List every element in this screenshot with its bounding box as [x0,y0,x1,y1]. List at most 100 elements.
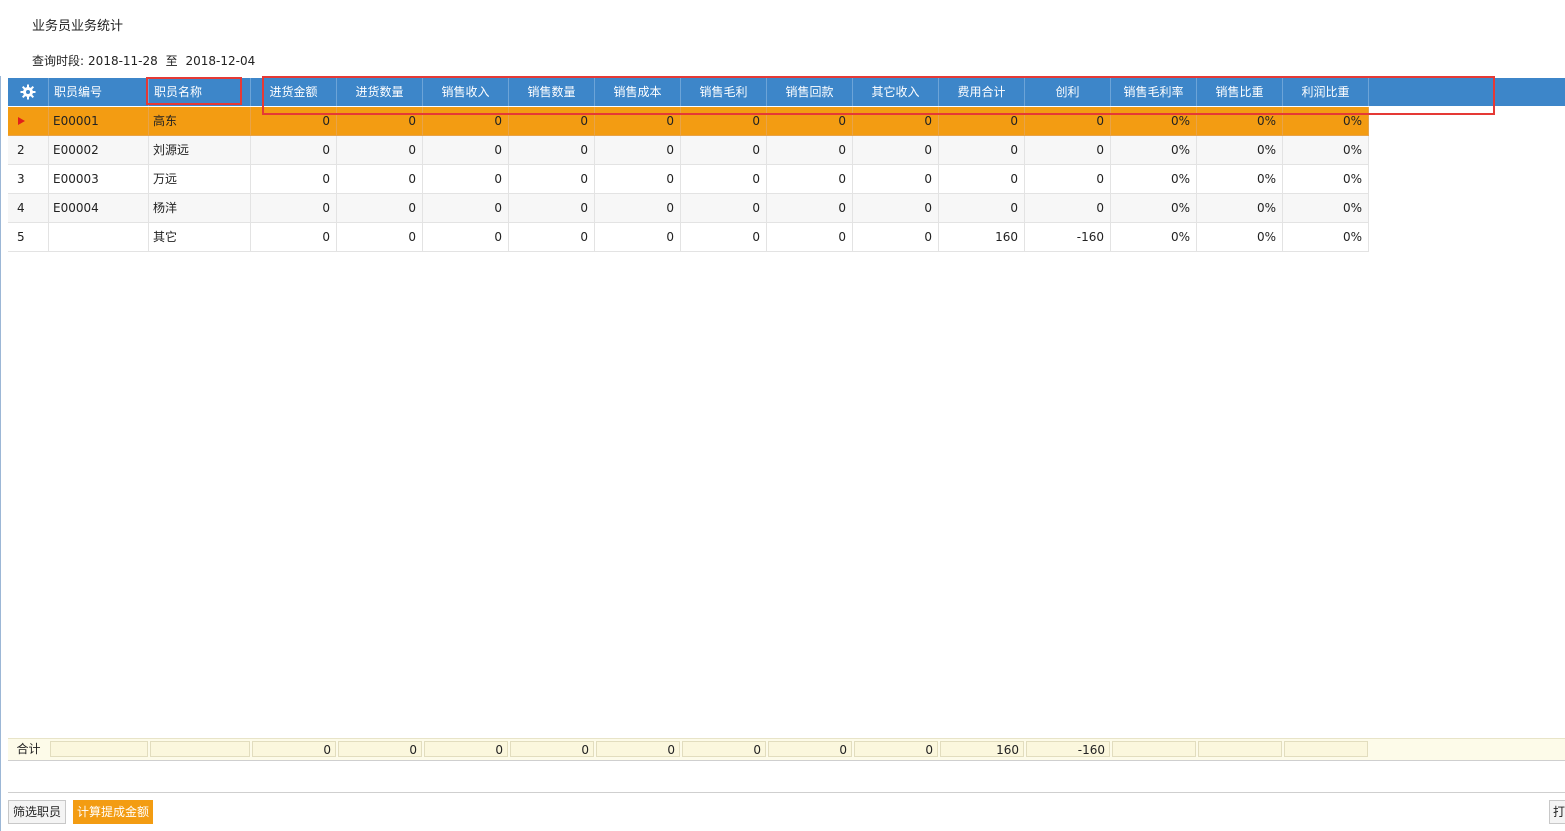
current-row-arrow-icon [18,117,25,125]
cell-value: 0 [423,194,509,223]
summary-value: 0 [596,741,680,757]
row-index: 3 [8,165,49,194]
cell-staff-name: 其它 [149,223,251,252]
cell-staff-name: 高东 [149,107,251,136]
cell-value: 0% [1197,223,1283,252]
cell-value: 0 [853,107,939,136]
cell-value: 0 [853,223,939,252]
cell-value: 0 [1025,165,1111,194]
table-row[interactable]: 4 E00004 杨洋 0 0 0 0 0 0 0 0 0 0 0% 0% 0% [8,194,1369,223]
cell-value: 0% [1111,194,1197,223]
cell-value: 0 [337,223,423,252]
column-header[interactable]: 利润比重 [1283,78,1369,106]
date-from: 2018-11-28 [88,54,158,68]
summary-value [150,741,250,757]
cell-value: 0 [939,107,1025,136]
cell-value: 0% [1111,107,1197,136]
cell-value: 0 [681,223,767,252]
row-index: 2 [8,136,49,165]
cell-value: 0 [423,165,509,194]
summary-value [1198,741,1282,757]
cell-value: 0 [251,107,337,136]
column-header[interactable]: 销售成本 [595,78,681,106]
horizontal-scroll-area[interactable] [8,760,1565,793]
cell-staff-code: E00002 [49,136,149,165]
cell-value: 0% [1111,223,1197,252]
column-header[interactable]: 其它收入 [853,78,939,106]
cell-staff-code: E00003 [49,165,149,194]
cell-value: 0 [337,136,423,165]
summary-value: 0 [252,741,336,757]
cell-value: 0 [681,136,767,165]
summary-value: 0 [768,741,852,757]
print-button[interactable]: 打 [1549,800,1565,824]
cell-value: 0% [1111,136,1197,165]
query-label: 查询时段: [32,54,85,68]
cell-value: 0% [1283,194,1369,223]
column-header[interactable]: 创利 [1025,78,1111,106]
cell-value: 0 [251,223,337,252]
column-header[interactable]: 销售回款 [767,78,853,106]
column-header[interactable]: 销售数量 [509,78,595,106]
cell-value: 0 [767,107,853,136]
column-header[interactable]: 进货数量 [337,78,423,106]
cell-value: 0% [1283,165,1369,194]
cell-value: 160 [939,223,1025,252]
summary-value [1112,741,1196,757]
cell-value: 0 [595,107,681,136]
summary-value: 160 [940,741,1024,757]
column-header[interactable]: 职员编号 [49,78,149,106]
column-header[interactable]: 销售毛利 [681,78,767,106]
calculate-commission-button[interactable]: 计算提成金额 [73,800,154,824]
cell-value: 0 [681,107,767,136]
cell-value: 0 [767,194,853,223]
summary-value: 0 [854,741,938,757]
row-index: 4 [8,194,49,223]
cell-staff-name: 杨洋 [149,194,251,223]
report-window: 业务员业务统计 查询时段: 2018-11-28 至 2018-12-04 职员… [0,0,1565,831]
cell-value: 0 [509,107,595,136]
query-period: 查询时段: 2018-11-28 至 2018-12-04 [32,52,259,69]
cell-value: 0 [423,136,509,165]
cell-value: 0 [595,223,681,252]
cell-value: 0 [939,136,1025,165]
cell-value: 0% [1197,107,1283,136]
column-header[interactable]: 销售毛利率 [1111,78,1197,106]
cell-value: 0 [509,223,595,252]
column-header[interactable]: 销售比重 [1197,78,1283,106]
cell-staff-name: 刘源远 [149,136,251,165]
column-header[interactable]: 职员名称 [149,78,251,106]
column-header[interactable]: 费用合计 [939,78,1025,106]
row-index [8,107,49,136]
cell-value: 0% [1283,223,1369,252]
table-row[interactable]: 5 其它 0 0 0 0 0 0 0 0 160 -160 0% 0% 0% [8,223,1369,252]
cell-value: 0 [1025,194,1111,223]
table-row[interactable]: 2 E00002 刘源远 0 0 0 0 0 0 0 0 0 0 0% 0% 0% [8,136,1369,165]
cell-value: 0 [251,136,337,165]
summary-value: 0 [510,741,594,757]
cell-value: 0 [595,136,681,165]
cell-value: 0 [509,194,595,223]
cell-staff-code [49,223,149,252]
cell-staff-name: 万远 [149,165,251,194]
cell-staff-code: E00004 [49,194,149,223]
cell-value: 0 [681,165,767,194]
grid-settings-button[interactable] [8,78,49,106]
cell-value: 0% [1283,136,1369,165]
summary-value [1284,741,1368,757]
column-header[interactable]: 进货金额 [251,78,337,106]
table-row[interactable]: 3 E00003 万远 0 0 0 0 0 0 0 0 0 0 0% 0% 0% [8,165,1369,194]
summary-value: 0 [424,741,508,757]
filter-staff-button[interactable]: 筛选职员 [8,800,67,824]
cell-value: 0 [681,194,767,223]
cell-value: 0% [1197,194,1283,223]
summary-value: -160 [1026,741,1110,757]
table-row[interactable]: E00001 高东 0 0 0 0 0 0 0 0 0 0 0% 0% 0% [8,107,1369,136]
cell-value: 0% [1111,165,1197,194]
cell-value: 0% [1283,107,1369,136]
grid-header: 职员编号 职员名称 进货金额 进货数量 销售收入 销售数量 销售成本 销售毛利 销售回款 其它收入… [8,78,1565,106]
row-index: 5 [8,223,49,252]
cell-value: 0 [423,107,509,136]
column-header[interactable]: 销售收入 [423,78,509,106]
cell-value: 0 [767,165,853,194]
